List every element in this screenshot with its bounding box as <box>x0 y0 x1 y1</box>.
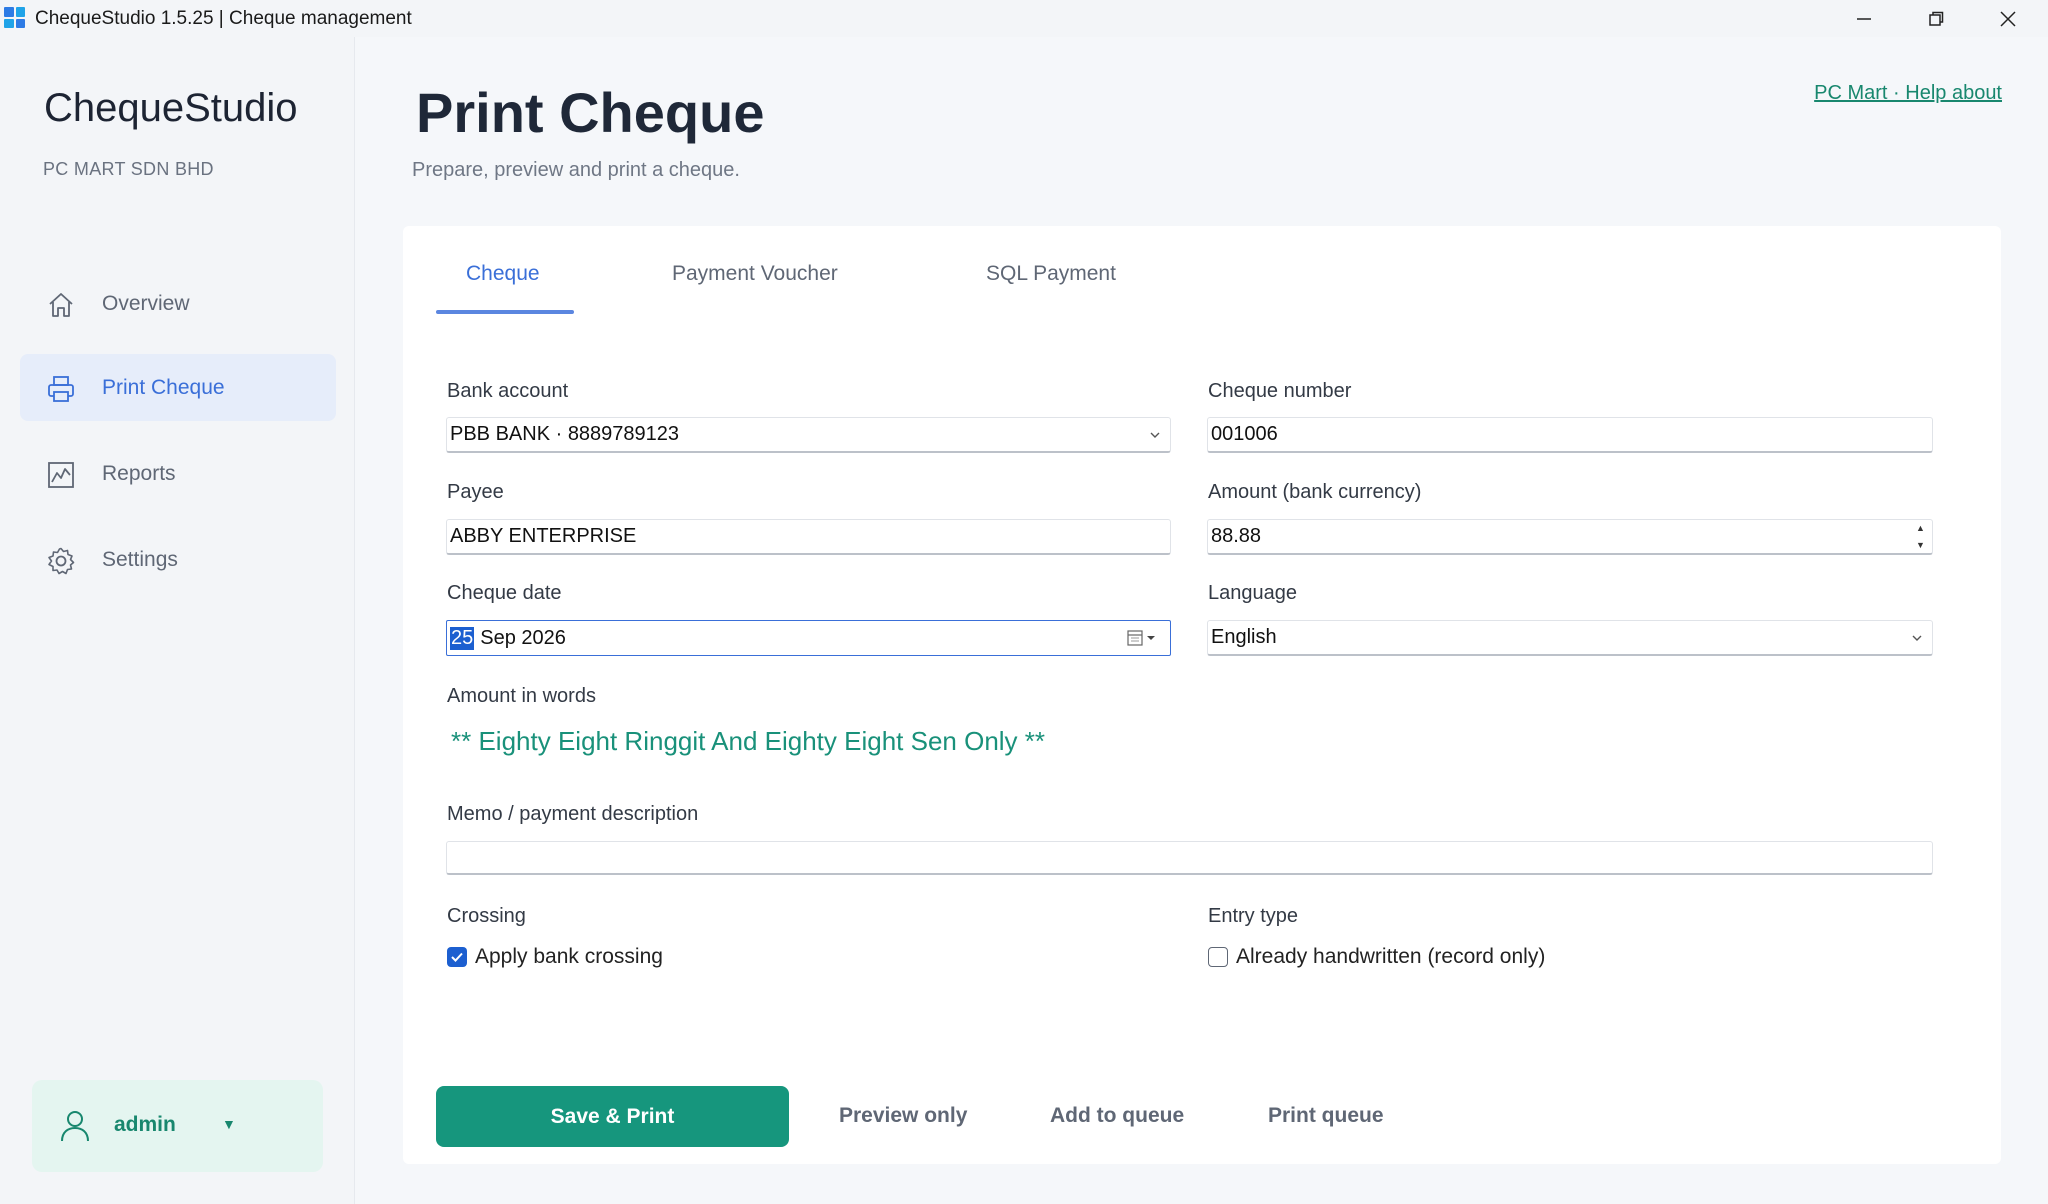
sidebar-item-overview[interactable]: Overview <box>20 270 336 337</box>
active-tab-indicator <box>436 310 574 314</box>
sidebar: ChequeStudio PC MART SDN BHD Overview Pr… <box>0 37 355 1204</box>
preview-only-button[interactable]: Preview only <box>839 1104 967 1128</box>
minimize-button[interactable] <box>1832 0 1896 37</box>
caret-down-icon: ▼ <box>222 1116 236 1132</box>
page-title: Print Cheque <box>416 81 765 144</box>
amount-stepper[interactable]: ▲ ▼ <box>1916 522 1928 552</box>
app-icon <box>4 7 25 28</box>
stepper-down-icon[interactable]: ▼ <box>1916 539 1928 552</box>
cheque-form-card: Cheque Payment Voucher SQL Payment Bank … <box>403 226 2001 1164</box>
payee-value: ABBY ENTERPRISE <box>450 525 637 547</box>
printer-icon <box>48 376 74 402</box>
payee-label: Payee <box>447 481 504 503</box>
language-value: English <box>1211 626 1277 648</box>
sidebar-item-label: Reports <box>102 461 176 485</box>
company-name: PC MART SDN BHD <box>43 159 214 179</box>
stepper-up-icon[interactable]: ▲ <box>1916 522 1928 535</box>
tab-sql-payment[interactable]: SQL Payment <box>986 262 1116 286</box>
help-about-link[interactable]: PC Mart · Help about <box>1814 82 2002 105</box>
sidebar-item-label: Overview <box>102 291 190 315</box>
handwritten-checkbox[interactable] <box>1208 947 1228 967</box>
amount-words-label: Amount in words <box>447 685 596 707</box>
chevron-down-icon <box>1150 432 1160 438</box>
save-print-button[interactable]: Save & Print <box>436 1086 789 1147</box>
bank-crossing-option[interactable]: Apply bank crossing <box>475 945 663 969</box>
checkmark-icon <box>451 952 463 962</box>
cheque-date-picker[interactable]: 25 Sep 2026 <box>446 620 1171 656</box>
payee-input[interactable]: ABBY ENTERPRISE <box>446 519 1171 555</box>
cheque-number-label: Cheque number <box>1208 380 1352 402</box>
close-icon <box>2000 10 2016 27</box>
title-bar: ChequeStudio 1.5.25 | Cheque management <box>0 0 2048 37</box>
tab-payment-voucher[interactable]: Payment Voucher <box>672 262 838 286</box>
cheque-date-label: Cheque date <box>447 582 562 604</box>
close-button[interactable] <box>1976 0 2040 37</box>
tab-cheque[interactable]: Cheque <box>466 262 540 286</box>
restore-icon <box>1929 11 1944 26</box>
language-select[interactable]: English <box>1207 620 1933 656</box>
memo-label: Memo / payment description <box>447 803 699 825</box>
print-queue-button[interactable]: Print queue <box>1268 1104 1384 1128</box>
bank-account-select[interactable]: PBB BANK · 8889789123 <box>446 417 1171 453</box>
language-label: Language <box>1208 582 1297 604</box>
entry-type-label: Entry type <box>1208 905 1299 927</box>
minimize-icon <box>1857 17 1871 20</box>
bank-account-value: PBB BANK · 8889789123 <box>450 423 680 445</box>
amount-words-value: ** Eighty Eight Ringgit And Eighty Eight… <box>451 726 1046 756</box>
cheque-number-value: 001006 <box>1211 423 1278 445</box>
sidebar-item-print-cheque[interactable]: Print Cheque <box>20 354 336 421</box>
cheque-number-input[interactable]: 001006 <box>1207 417 1933 453</box>
maximize-button[interactable] <box>1904 0 1968 37</box>
sidebar-item-label: Settings <box>102 547 178 571</box>
amount-label: Amount (bank currency) <box>1208 481 1422 503</box>
brand-name: ChequeStudio <box>44 86 298 130</box>
page-subtitle: Prepare, preview and print a cheque. <box>412 159 740 181</box>
sidebar-item-label: Print Cheque <box>102 375 225 399</box>
home-icon <box>49 293 73 317</box>
chevron-down-icon <box>1912 635 1922 641</box>
bank-account-label: Bank account <box>447 380 569 402</box>
sidebar-item-reports[interactable]: Reports <box>20 440 336 507</box>
date-month-year[interactable]: Sep 2026 <box>480 627 566 650</box>
add-to-queue-button[interactable]: Add to queue <box>1050 1104 1184 1128</box>
sidebar-item-settings[interactable]: Settings <box>20 526 336 593</box>
user-menu[interactable]: admin ▼ <box>32 1080 323 1172</box>
memo-input[interactable] <box>446 841 1933 875</box>
chart-icon <box>48 462 74 488</box>
window-title: ChequeStudio 1.5.25 | Cheque management <box>35 8 412 29</box>
crossing-label: Crossing <box>447 905 526 927</box>
gear-icon <box>48 547 75 575</box>
date-day-segment[interactable]: 25 <box>450 626 475 650</box>
amount-input[interactable]: 88.88 ▲ ▼ <box>1207 519 1933 555</box>
amount-value: 88.88 <box>1211 525 1262 547</box>
bank-crossing-checkbox[interactable] <box>447 947 467 967</box>
user-icon <box>61 1111 89 1142</box>
user-name: admin <box>114 1113 176 1136</box>
handwritten-option[interactable]: Already handwritten (record only) <box>1236 945 1545 969</box>
calendar-dropdown-icon[interactable] <box>1126 629 1162 647</box>
